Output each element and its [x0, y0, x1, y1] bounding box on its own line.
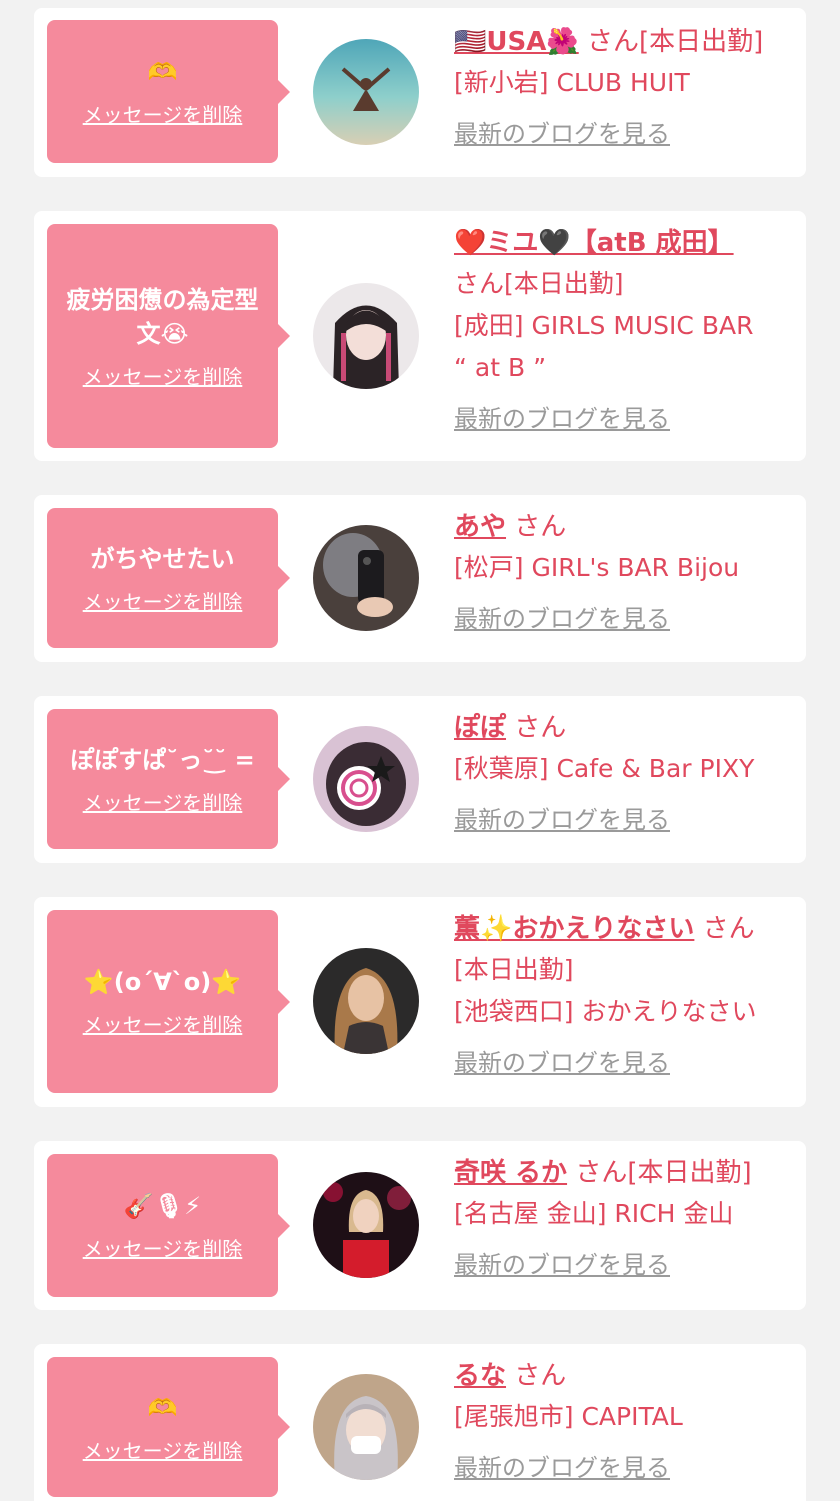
message-text: 🎸🎙⚡	[123, 1192, 202, 1220]
cast-name-link[interactable]: 薫✨おかえりなさい	[454, 914, 694, 944]
cast-info: 薫✨おかえりなさい さん [本日出勤] [池袋西口] おかえりなさい 最新のブロ…	[454, 909, 799, 1078]
cast-info: あや さん [松戸] GIRL's BAR Bijou 最新のブログを見る	[454, 507, 799, 634]
delete-message-link[interactable]: メッセージを削除	[83, 1233, 243, 1262]
shop-name: [池袋西口] おかえりなさい	[454, 997, 757, 1026]
delete-message-link[interactable]: メッセージを削除	[83, 586, 243, 615]
cast-honorific: さん[本日出勤]	[567, 1158, 752, 1188]
cast-honorific: さん	[506, 713, 567, 743]
cast-info: 奇咲 るか さん[本日出勤] [名古屋 金山] RICH 金山 最新のブログを見…	[454, 1153, 799, 1280]
message-bubble: 🎸🎙⚡ メッセージを削除	[47, 1154, 290, 1297]
avatar[interactable]	[313, 1374, 419, 1480]
cast-honorific: さん	[506, 512, 567, 542]
cast-honorific: さん[本日出勤]	[578, 27, 764, 57]
latest-blog-link[interactable]: 最新のブログを見る	[454, 800, 670, 835]
shop-name: [本日出勤]	[454, 955, 574, 984]
cast-card: 疲労困憊の為定型文😭 メッセージを削除 ❤️ミユ🖤【atB 成田】 さん[本日出…	[34, 211, 806, 461]
shop-name: [成田] GIRLS MUSIC BAR	[454, 311, 754, 340]
avatar[interactable]	[313, 525, 419, 631]
avatar[interactable]	[313, 726, 419, 832]
shop-name: [秋葉原] Cafe & Bar PIXY	[454, 754, 755, 783]
delete-message-link[interactable]: メッセージを削除	[83, 787, 243, 816]
delete-message-link[interactable]: メッセージを削除	[83, 99, 243, 128]
cast-card: ⭐(o´∀`o)⭐ メッセージを削除 薫✨おかえりなさい さん [本日出勤] […	[34, 897, 806, 1107]
latest-blog-link[interactable]: 最新のブログを見る	[454, 114, 670, 149]
shop-name: [名古屋 金山] RICH 金山	[454, 1199, 734, 1228]
cast-info: 🇺🇸USA🌺 さん[本日出勤] [新小岩] CLUB HUIT 最新のブログを見…	[454, 22, 799, 149]
cast-info: るな さん [尾張旭市] CAPITAL 最新のブログを見る	[454, 1356, 799, 1483]
cast-info: ぽぽ さん [秋葉原] Cafe & Bar PIXY 最新のブログを見る	[454, 708, 799, 835]
message-bubble: 🫶 メッセージを削除	[47, 20, 290, 163]
cast-name-link[interactable]: ぽぽ	[454, 713, 506, 743]
delete-message-link[interactable]: メッセージを削除	[83, 361, 243, 390]
cast-honorific: さん	[506, 1361, 567, 1391]
delete-message-link[interactable]: メッセージを削除	[83, 1435, 243, 1464]
cast-name-link[interactable]: ❤️ミユ🖤【atB 成田】	[454, 228, 734, 258]
cast-name-link[interactable]: るな	[454, 1361, 506, 1391]
message-bubble: ⭐(o´∀`o)⭐ メッセージを削除	[47, 910, 290, 1093]
message-bubble: がちやせたい メッセージを削除	[47, 508, 290, 648]
cast-name-link[interactable]: あや	[454, 512, 506, 542]
avatar[interactable]	[313, 1172, 419, 1278]
cast-card: 🫶 メッセージを削除 🇺🇸USA🌺 さん[本日出勤] [新小岩] CLUB HU…	[34, 8, 806, 177]
message-bubble: 疲労困憊の為定型文😭 メッセージを削除	[47, 224, 290, 448]
avatar[interactable]	[313, 283, 419, 389]
cast-honorific: さん	[694, 914, 755, 944]
shop-name: “ at B ”	[454, 353, 547, 382]
cast-card: ぽぽすぱ˘っ˘͜˘ = メッセージを削除 ぽぽ さん [秋葉原] Cafe & …	[34, 696, 806, 863]
shop-name: [新小岩] CLUB HUIT	[454, 68, 690, 97]
message-bubble: 🫶 メッセージを削除	[47, 1357, 290, 1497]
shop-name: [尾張旭市] CAPITAL	[454, 1402, 683, 1431]
cast-card: がちやせたい メッセージを削除 あや さん [松戸] GIRL's BAR Bi…	[34, 495, 806, 662]
message-text: 🫶	[147, 1393, 178, 1422]
latest-blog-link[interactable]: 最新のブログを見る	[454, 1448, 670, 1483]
cast-card: 🫶 メッセージを削除 るな さん [尾張旭市] CAPITAL 最新のブログを見…	[34, 1344, 806, 1501]
message-text: がちやせたい	[90, 544, 235, 573]
avatar[interactable]	[313, 948, 419, 1054]
message-text: 疲労困憊の為定型文😭	[66, 285, 259, 348]
latest-blog-link[interactable]: 最新のブログを見る	[454, 1043, 670, 1078]
message-text: 🫶	[147, 58, 178, 86]
shop-name: [松戸] GIRL's BAR Bijou	[454, 553, 740, 582]
cast-name-link[interactable]: 🇺🇸USA🌺	[454, 27, 579, 57]
cast-info: ❤️ミユ🖤【atB 成田】 さん[本日出勤] [成田] GIRLS MUSIC …	[454, 223, 799, 434]
cast-name-link[interactable]: 奇咲 るか	[454, 1158, 567, 1188]
message-text: ⭐(o´∀`o)⭐	[83, 968, 242, 996]
delete-message-link[interactable]: メッセージを削除	[83, 1009, 243, 1038]
latest-blog-link[interactable]: 最新のブログを見る	[454, 1245, 670, 1280]
latest-blog-link[interactable]: 最新のブログを見る	[454, 599, 670, 634]
latest-blog-link[interactable]: 最新のブログを見る	[454, 399, 670, 434]
message-bubble: ぽぽすぱ˘っ˘͜˘ = メッセージを削除	[47, 709, 290, 849]
message-list: 🫶 メッセージを削除 🇺🇸USA🌺 さん[本日出勤] [新小岩] CLUB HU…	[0, 0, 840, 1501]
avatar[interactable]	[313, 39, 419, 145]
cast-card: 🎸🎙⚡ メッセージを削除 奇咲 るか さん[本日出勤] [名古屋 金山] RIC…	[34, 1141, 806, 1310]
message-text: ぽぽすぱ˘っ˘͜˘ =	[70, 745, 255, 774]
shop-name: さん[本日出勤]	[454, 269, 624, 298]
